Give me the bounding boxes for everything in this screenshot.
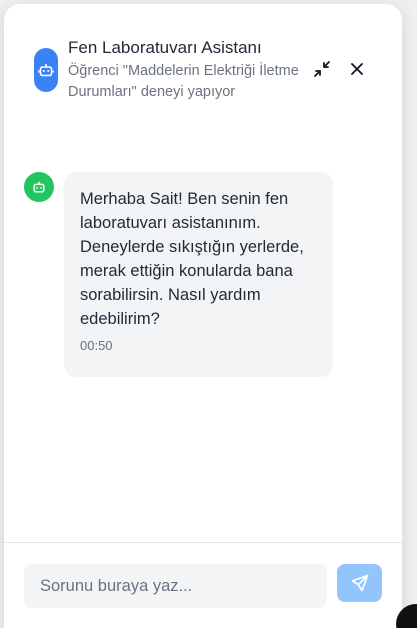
- minimize-button[interactable]: [309, 56, 335, 82]
- minimize-icon: [314, 61, 330, 77]
- robot-icon: [38, 64, 54, 77]
- send-button[interactable]: [337, 564, 382, 602]
- message-text: Merhaba Sait! Ben senin fen laboratuvarı…: [80, 190, 304, 328]
- chat-subtitle: Öğrenci "Maddelerin Elektriği İletme Dur…: [68, 63, 299, 100]
- close-button[interactable]: [344, 56, 370, 82]
- chat-header: Fen Laboratuvarı Asistanı Öğrenci "Madde…: [4, 4, 402, 114]
- bot-message-avatar: [24, 172, 54, 202]
- bot-message-bubble: Merhaba Sait! Ben senin fen laboratuvarı…: [64, 172, 333, 377]
- chat-title: Fen Laboratuvarı Asistanı: [68, 38, 262, 57]
- send-icon: [351, 574, 368, 592]
- message-timestamp: 00:50: [80, 338, 113, 353]
- close-icon: [351, 63, 363, 75]
- chat-panel: Fen Laboratuvarı Asistanı Öğrenci "Madde…: [4, 4, 402, 628]
- message-input[interactable]: [24, 564, 327, 608]
- robot-icon: [33, 181, 45, 193]
- assistant-avatar: [34, 48, 58, 92]
- chat-composer: [4, 542, 402, 628]
